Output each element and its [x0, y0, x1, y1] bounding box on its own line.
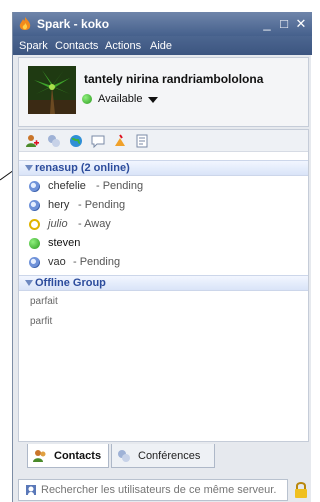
expand-triangle-icon	[25, 165, 33, 171]
contacts-panel: renasup (2 online) chefelie - Pending he…	[18, 129, 309, 442]
chevron-down-icon	[148, 97, 158, 103]
menu-actions[interactable]: Actions	[105, 40, 141, 52]
menu-bar: Spark Contacts Actions Aide	[13, 36, 312, 55]
search-box	[18, 479, 288, 501]
group-label: renasup (2 online)	[35, 162, 130, 174]
status-selector[interactable]: Available	[82, 91, 202, 107]
broadcast-icon[interactable]	[113, 134, 127, 148]
available-status-icon	[82, 94, 92, 104]
away-status-icon	[29, 219, 40, 230]
contact-name: julio	[48, 218, 68, 230]
maximize-button[interactable]: □	[276, 15, 292, 33]
conference-icon	[118, 450, 130, 462]
close-button[interactable]: ✕	[293, 15, 309, 33]
contact-name: vao	[48, 256, 66, 268]
notes-icon[interactable]	[135, 134, 149, 148]
spark-window: Spark - koko _ □ ✕ Spark Contacts Action…	[12, 12, 312, 502]
group-header-offline[interactable]: Offline Group	[19, 275, 308, 291]
minimize-button[interactable]: _	[259, 15, 275, 33]
avatar[interactable]	[28, 66, 76, 114]
status-label: Available	[98, 93, 143, 105]
menu-spark[interactable]: Spark	[19, 40, 48, 52]
contact-name: hery	[48, 199, 70, 211]
offline-contact[interactable]: parfit	[30, 316, 52, 327]
contact-status: - Pending	[78, 199, 126, 211]
search-input[interactable]	[41, 482, 285, 498]
contact-name: steven	[48, 237, 81, 249]
contact-item[interactable]: julio - Away	[19, 216, 308, 234]
pending-status-icon	[29, 200, 40, 211]
expand-triangle-icon	[25, 280, 33, 286]
group-label: Offline Group	[35, 277, 106, 289]
contacts-toolbar	[19, 130, 308, 152]
contact-status: - Pending	[96, 180, 144, 192]
menu-contacts[interactable]: Contacts	[55, 40, 98, 52]
search-user-icon	[26, 485, 36, 495]
pending-status-icon	[29, 257, 40, 268]
chat-icon[interactable]	[91, 134, 105, 148]
contact-item[interactable]: steven	[19, 235, 308, 253]
tab-contacts[interactable]: Contacts	[27, 444, 109, 468]
contact-item[interactable]: vao - Pending	[19, 254, 308, 272]
contact-status: - Pending	[73, 256, 121, 268]
presence-icon[interactable]	[47, 134, 61, 148]
tab-label: Conférences	[138, 450, 201, 462]
add-contact-icon[interactable]	[25, 134, 39, 148]
spark-flame-icon	[19, 17, 31, 30]
profile-name: tantely nirina randriambololona	[84, 72, 264, 86]
pending-status-icon	[29, 181, 40, 192]
tab-label: Contacts	[54, 450, 102, 462]
offline-contact[interactable]: parfait	[30, 296, 58, 307]
bottom-tabs: Contacts Conférences	[27, 444, 309, 468]
profile-panel: tantely nirina randriambololona Availabl…	[18, 57, 309, 127]
group-header-renasup[interactable]: renasup (2 online)	[19, 160, 308, 176]
menu-aide[interactable]: Aide	[150, 40, 172, 52]
globe-icon[interactable]	[69, 134, 83, 148]
contact-status: - Away	[78, 218, 111, 230]
tab-conferences[interactable]: Conférences	[111, 444, 215, 468]
title-bar: Spark - koko _ □ ✕	[13, 12, 312, 36]
contact-item[interactable]: chefelie - Pending	[19, 178, 308, 196]
window-title: Spark - koko	[37, 17, 110, 31]
contact-name: chefelie	[48, 180, 86, 192]
contacts-icon	[33, 450, 46, 462]
contact-item[interactable]: hery - Pending	[19, 197, 308, 215]
online-status-icon	[29, 238, 40, 249]
lock-icon[interactable]	[294, 481, 308, 499]
